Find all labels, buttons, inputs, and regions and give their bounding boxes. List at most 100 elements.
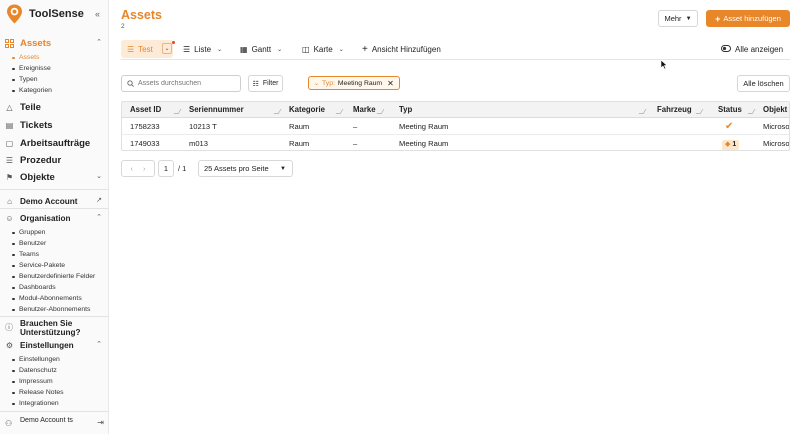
chevron-right-icon[interactable]: › (143, 164, 146, 173)
cell-serial: m013 (189, 139, 208, 148)
chevron-down-icon[interactable]: ⌄ (162, 43, 172, 54)
double-chevron-left-icon[interactable]: « (95, 9, 100, 19)
col-fahrzeug[interactable]: Fahrzeug (657, 102, 692, 118)
nav-demo-account[interactable]: ⌂ Demo Account ↗ (0, 195, 109, 207)
assets-table: Asset ID Seriennummer Kategorie Marke Ty… (121, 101, 790, 151)
chevron-up-icon[interactable]: ⌃ (96, 340, 102, 348)
sidebar-item-service-pakete[interactable]: Service-Pakete (11, 260, 109, 271)
users-icon: ☺ (5, 213, 14, 223)
table-row[interactable]: 1749033 m013 Raum – Meeting Raum ◆ 1 Mic… (122, 135, 789, 150)
app-name: ToolSense (29, 8, 84, 20)
logo[interactable]: ToolSense (6, 4, 84, 24)
nav-einstellungen[interactable]: ⚙ Einstellungen ⌃ (0, 339, 109, 351)
search-input[interactable] (138, 80, 233, 87)
filter-button[interactable]: ☷ Filter (248, 75, 283, 92)
sidebar-item-benutzerdefinierte-felder[interactable]: Benutzerdefinierte Felder (11, 271, 109, 282)
sidebar-item-ereignisse[interactable]: Ereignisse (11, 63, 109, 74)
external-link-icon[interactable]: ↗ (96, 196, 102, 204)
column-resize-handle[interactable] (376, 109, 385, 114)
col-objekt[interactable]: Objekt (763, 102, 787, 118)
user-name: Demo Account ts (20, 417, 73, 424)
tab-liste-label: Liste (194, 44, 212, 54)
more-button[interactable]: Mehr ▼ (658, 10, 698, 27)
filter-chip-typ[interactable]: ⌄ Typ: Meeting Raum ✕ (308, 76, 400, 90)
tab-karte[interactable]: ◫ Karte ⌄ (302, 40, 344, 58)
col-status[interactable]: Status (718, 102, 742, 118)
list-icon: ☰ (183, 44, 191, 54)
logout-icon[interactable]: ⇥ (97, 418, 104, 427)
add-view-button[interactable]: + Ansicht Hinzufügen (362, 40, 441, 58)
toolsense-logo-icon (7, 4, 22, 24)
sidebar-item-benutzer[interactable]: Benutzer (11, 238, 109, 249)
check-icon: ✔ (725, 121, 734, 132)
support-line-2: Unterstützung? (20, 328, 81, 337)
add-asset-button[interactable]: + Asset hinzufügen (706, 10, 790, 27)
sidebar-item-dashboards[interactable]: Dashboards (11, 282, 109, 293)
per-page-select[interactable]: 25 Assets pro Seite ▼ (198, 160, 293, 177)
sidebar-item-gruppen[interactable]: Gruppen (11, 227, 109, 238)
triangle-icon: △ (6, 102, 13, 112)
sidebar-item-assets[interactable]: Assets (11, 52, 109, 63)
cell-asset-id: 1749033 (130, 139, 160, 148)
sidebar-item-datenschutz[interactable]: Datenschutz (11, 365, 109, 376)
tab-gantt[interactable]: ▦ Gantt ⌄ (240, 40, 282, 58)
col-seriennummer[interactable]: Seriennummer (189, 102, 244, 118)
column-resize-handle[interactable] (638, 109, 647, 114)
nav-section-organisation: ☺ Organisation ⌃ Gruppen Benutzer Teams … (0, 212, 109, 315)
close-icon[interactable]: ✕ (387, 79, 394, 88)
main-content: Assets 2 Mehr ▼ + Asset hinzufügen ☰ Tes… (110, 0, 800, 434)
col-marke[interactable]: Marke (353, 102, 376, 118)
sidebar-item-kategorien[interactable]: Kategorien (11, 85, 109, 96)
tab-liste[interactable]: ☰ Liste ⌄ (183, 40, 222, 58)
sidebar-item-integrationen[interactable]: Integrationen (11, 398, 109, 409)
clear-all-button[interactable]: Alle löschen (737, 75, 790, 92)
chevron-down-icon[interactable]: ⌄ (314, 80, 319, 87)
cell-brand: – (353, 139, 358, 148)
chevron-down-icon[interactable]: ⌄ (96, 172, 102, 180)
nav-organisation[interactable]: ☺ Organisation ⌃ (0, 212, 109, 224)
nav-section-settings: ⚙ Einstellungen ⌃ Einstellungen Datensch… (0, 339, 109, 409)
column-resize-handle[interactable] (747, 109, 756, 114)
chevron-left-icon[interactable]: ‹ (131, 164, 134, 173)
nav-objekte-label: Objekte (20, 171, 55, 183)
search-box[interactable] (121, 75, 241, 92)
sidebar-item-teams[interactable]: Teams (11, 249, 109, 260)
divider (0, 208, 109, 209)
nav-assets[interactable]: Assets ⌃ (0, 37, 109, 49)
nav-objekte[interactable]: ⚑ Objekte ⌄ (0, 171, 109, 183)
cell-type: Meeting Raum (399, 122, 449, 131)
nav-support[interactable]: ⓘ Brauchen Sie Unterstützung? (0, 319, 109, 337)
caret-down-icon: ▼ (685, 15, 692, 22)
nav-teile[interactable]: △ Teile (0, 101, 109, 113)
column-resize-handle[interactable] (173, 109, 182, 114)
col-kategorie[interactable]: Kategorie (289, 102, 325, 118)
sidebar-item-typen[interactable]: Typen (11, 74, 109, 85)
column-resize-handle[interactable] (273, 109, 282, 114)
show-all-button[interactable]: Alle anzeigen (721, 40, 783, 58)
sidebar-item-einstellungen[interactable]: Einstellungen (11, 354, 109, 365)
tag-icon: ◆ (725, 141, 731, 148)
nav-tickets[interactable]: ▤ Tickets (0, 119, 109, 131)
sidebar-item-release-notes[interactable]: Release Notes (11, 387, 109, 398)
nav-einstellungen-label: Einstellungen (20, 340, 74, 350)
table-row[interactable]: 1758233 10213 T Raum – Meeting Raum ✔ Mi… (122, 118, 789, 135)
sidebar-item-impressum[interactable]: Impressum (11, 376, 109, 387)
nav-prozedur[interactable]: ☰ Prozedur (0, 154, 109, 166)
tab-test[interactable]: ☰ Test ⌄ (121, 40, 175, 58)
col-asset-id[interactable]: Asset ID (130, 102, 161, 118)
nav-arbeitsauftraege[interactable]: ▢ Arbeitsaufträge (0, 137, 109, 149)
col-typ[interactable]: Typ (399, 102, 412, 118)
chevron-up-icon[interactable]: ⌃ (96, 213, 102, 221)
current-page-input[interactable]: 1 (158, 160, 174, 177)
sidebar-item-benutzer-abonnements[interactable]: Benutzer-Abonnements (11, 304, 109, 315)
divider (0, 189, 109, 190)
add-asset-label: Asset hinzufügen (723, 14, 781, 23)
list-check-icon: ☰ (5, 155, 14, 165)
user-profile[interactable]: ⚇ Demo Account ts ⇥ (0, 416, 109, 430)
chevron-up-icon[interactable]: ⌃ (96, 38, 102, 46)
column-resize-handle[interactable] (335, 109, 344, 114)
column-resize-handle[interactable] (695, 109, 704, 114)
sidebar-item-modul-abonnements[interactable]: Modul-Abonnements (11, 293, 109, 304)
nav-assets-label: Assets (20, 37, 52, 49)
status-badge-count: 1 (732, 141, 737, 148)
